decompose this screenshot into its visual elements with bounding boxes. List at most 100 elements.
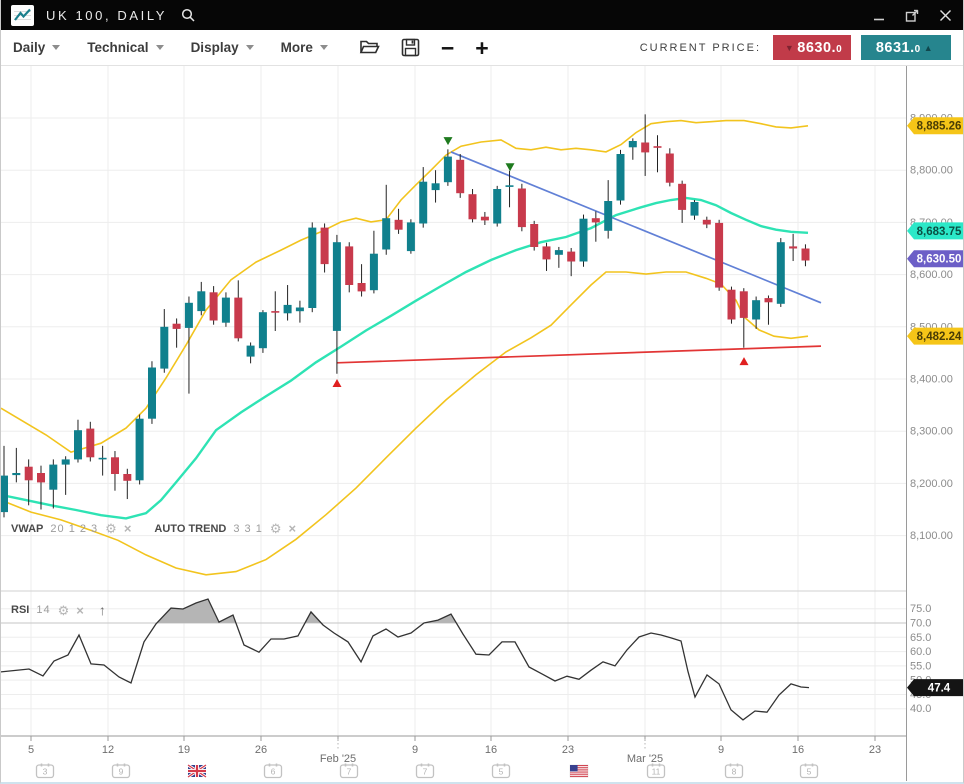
rsi-value-tag: 47.4 [907,679,963,696]
economic-calendar-icon[interactable]: 9 [113,764,130,778]
menu-display[interactable]: Display [191,40,254,55]
vwap-settings-gear-icon[interactable]: ⚙ [105,523,117,534]
candles [1,114,810,517]
svg-text:16: 16 [792,744,804,756]
menu-more-label: More [281,40,313,55]
sell-price-value: 8630. [797,40,836,56]
economic-calendar-icon[interactable]: 3 [37,764,54,778]
svg-text:5: 5 [28,744,34,756]
svg-text:5: 5 [499,767,504,777]
auto-trend-remove-icon[interactable]: × [288,521,296,536]
svg-text:11: 11 [652,767,661,777]
rsi-line [1,599,809,720]
svg-text:8,200.00: 8,200.00 [910,478,953,490]
svg-text:8,800.00: 8,800.00 [910,165,953,177]
vwap-indicator-params: 20 1 2 3 [50,523,98,535]
price-tag-863050: 8,630.50 [907,250,963,267]
menu-technical-label: Technical [87,40,148,55]
svg-text:12: 12 [102,744,114,756]
sell-price-button[interactable]: ▼ 8630. 0 [773,35,851,60]
svg-text:9: 9 [718,744,724,756]
economic-calendar-icon[interactable]: 5 [801,764,818,778]
auto-trend-indicator-label: AUTO TREND [154,523,226,535]
svg-text:6: 6 [271,767,276,777]
buy-price-value: 8631. [876,40,915,56]
menu-display-label: Display [191,40,239,55]
rsi-indicator-row: RSI 14 ⚙ × ↑ [11,602,106,618]
menu-daily[interactable]: Daily [13,40,60,55]
zoom-out-button[interactable]: − [441,38,454,58]
svg-text:8,482.24: 8,482.24 [917,331,962,343]
auto-trend-settings-gear-icon[interactable]: ⚙ [270,523,282,534]
current-price-area: CURRENT PRICE: ▼ 8630. 0 8631. 0 ▲ [640,35,951,60]
svg-text:9: 9 [119,767,124,777]
svg-text:5: 5 [807,767,812,777]
svg-text:60.0: 60.0 [910,646,931,658]
economic-calendar-icon[interactable]: 7 [417,764,434,778]
menu-more[interactable]: More [281,40,328,55]
rsi-move-up-icon[interactable]: ↑ [99,602,106,618]
popout-icon[interactable] [904,7,920,23]
instrument-title: UK 100, DAILY [46,8,167,23]
price-tag-848224: 8,482.24 [907,328,963,345]
svg-text:7: 7 [423,767,428,777]
economic-calendar-icon[interactable]: 8 [726,764,743,778]
menu-technical[interactable]: Technical [87,40,163,55]
svg-text:47.4: 47.4 [928,683,951,695]
down-arrow-icon: ▼ [785,43,794,53]
svg-text:70.0: 70.0 [910,618,931,630]
rsi-indicator-params: 14 [36,604,50,616]
svg-text:8,885.26: 8,885.26 [917,121,962,133]
economic-calendar-icon[interactable]: 5 [493,764,510,778]
chevron-down-icon [52,45,60,50]
vwap-indicator-label: VWAP [11,523,43,535]
svg-text:8,630.50: 8,630.50 [917,254,962,266]
svg-text:26: 26 [255,744,267,756]
rsi-remove-icon[interactable]: × [76,603,84,618]
trend-signal-up-icon [740,357,749,365]
chart-area[interactable]: 8,900.008,800.008,700.008,600.008,500.00… [1,66,963,782]
auto-trend-support [337,346,821,363]
open-folder-icon[interactable] [359,39,380,56]
zoom-in-button[interactable]: + [475,38,488,58]
price-tag-868375: 8,683.75 [907,222,963,239]
save-icon[interactable] [401,38,420,57]
search-icon[interactable] [181,8,196,23]
chevron-down-icon [156,45,164,50]
economic-calendar-icon[interactable]: 7 [341,764,358,778]
chevron-down-icon [320,45,328,50]
svg-text:9: 9 [412,744,418,756]
us-flag-icon [570,765,588,777]
trend-signal-up-icon [333,379,342,387]
toolbar-icons: − + [359,38,489,58]
svg-text:7: 7 [347,767,352,777]
vwap-remove-icon[interactable]: × [124,521,132,536]
svg-text:23: 23 [869,744,881,756]
svg-text:8: 8 [732,767,737,777]
svg-text:Mar '25: Mar '25 [627,753,663,765]
svg-text:Feb '25: Feb '25 [320,753,356,765]
svg-text:16: 16 [485,744,497,756]
toolbar: Daily Technical Display More [1,30,963,66]
menu-daily-label: Daily [13,40,45,55]
trend-signal-down-icon [444,137,453,145]
vwap-line [1,198,808,519]
title-bar: UK 100, DAILY [1,0,963,30]
auto-trend-indicator-params: 3 3 1 [233,523,262,535]
minimize-icon[interactable] [871,7,887,23]
app-chart-logo-icon [11,5,34,26]
price-chart-canvas[interactable]: 8,900.008,800.008,700.008,600.008,500.00… [1,66,964,782]
svg-text:75.0: 75.0 [910,603,931,615]
buy-price-button[interactable]: 8631. 0 ▲ [861,35,951,60]
economic-calendar-icon[interactable]: 6 [265,764,282,778]
svg-text:40.0: 40.0 [910,703,931,715]
close-icon[interactable] [937,7,953,23]
svg-text:8,683.75: 8,683.75 [917,226,962,238]
price-tag-888526: 8,885.26 [907,117,963,134]
overlay-indicator-row: VWAP 20 1 2 3 ⚙ × AUTO TREND 3 3 1 ⚙ × [11,521,296,536]
svg-text:19: 19 [178,744,190,756]
up-arrow-icon: ▲ [924,43,933,53]
rsi-settings-gear-icon[interactable]: ⚙ [58,605,70,616]
svg-text:8,300.00: 8,300.00 [910,426,953,438]
economic-calendar-icon[interactable]: 11 [648,764,665,778]
